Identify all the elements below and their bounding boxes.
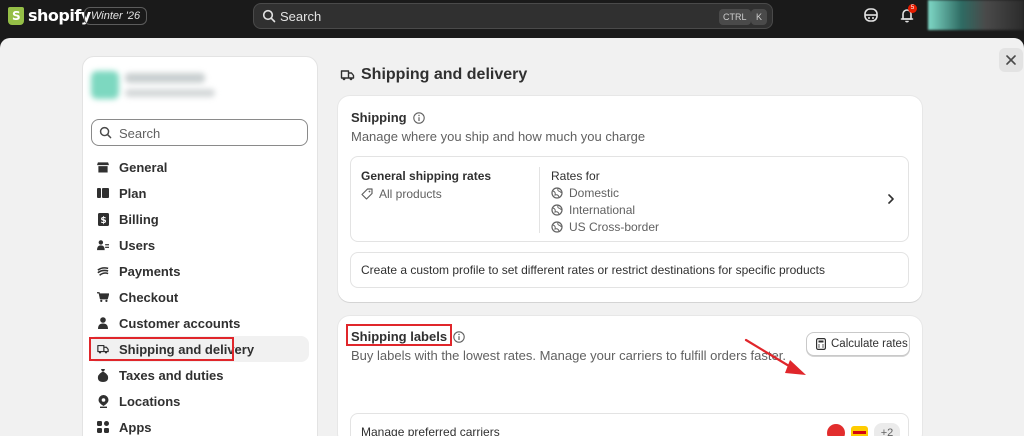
sidebar-item-label: Apps	[119, 419, 152, 435]
settings-search-input[interactable]: Search	[91, 119, 308, 146]
sidebar-item-plan[interactable]: Plan	[89, 180, 309, 206]
globe-icon	[551, 204, 563, 216]
sidebar-item-label: Payments	[119, 263, 181, 279]
shipping-card-subtitle: Manage where you ship and how much you c…	[351, 129, 646, 144]
store-switcher[interactable]	[91, 67, 215, 103]
sidebar-item-label: Checkout	[119, 289, 179, 305]
general-rates-title: General shipping rates	[361, 169, 492, 183]
chevron-right-icon	[888, 194, 894, 204]
global-search-placeholder: Search	[280, 9, 322, 24]
globe-icon	[551, 187, 563, 199]
apps-icon	[97, 421, 109, 433]
shortcut-ctrl-key: CTRL	[719, 9, 751, 25]
sidebar-item-label: Plan	[119, 185, 147, 201]
plan-icon	[97, 187, 109, 199]
shortcut-k-key: K	[751, 9, 767, 25]
shipping-labels-subtitle: Buy labels with the lowest rates. Manage…	[351, 348, 786, 363]
sidebar-item-label: Locations	[119, 393, 181, 409]
svg-text:$: $	[100, 216, 106, 226]
sidebar-item-billing[interactable]: $ Billing	[89, 206, 309, 232]
arrow-annotation	[744, 338, 806, 375]
zone-label: Domestic	[569, 186, 620, 200]
zone-label: International	[569, 203, 636, 217]
canada-post-logo	[827, 424, 845, 436]
calculate-rates-button[interactable]: Calculate rates	[806, 332, 910, 356]
sidebar-item-label: Billing	[119, 211, 159, 227]
create-custom-profile-row[interactable]: Create a custom profile to set different…	[350, 252, 909, 288]
sidebar-item-apps[interactable]: Apps	[89, 414, 309, 436]
assistant-icon[interactable]	[862, 6, 880, 24]
manage-preferred-carriers-row[interactable]: Manage preferred carriers +2	[350, 413, 909, 436]
notification-count-badge: 5	[908, 4, 917, 13]
top-bar: shopify Winter '26 Search CTRL K 5	[0, 0, 1024, 32]
store-icon	[97, 161, 109, 173]
globe-icon	[551, 221, 563, 233]
rates-for-column: Rates for Domestic International US Cros…	[551, 169, 659, 234]
close-icon	[1006, 55, 1016, 65]
sidebar-item-payments[interactable]: Payments	[89, 258, 309, 284]
info-icon[interactable]	[453, 330, 465, 343]
calculator-icon	[816, 338, 826, 350]
search-icon	[262, 9, 276, 23]
manage-carriers-label: Manage preferred carriers	[361, 425, 500, 436]
close-settings-button[interactable]	[999, 48, 1023, 72]
shipping-labels-card-title: Shipping labels	[351, 329, 465, 344]
general-shipping-rates-row[interactable]: General shipping rates All products Rate…	[350, 156, 909, 242]
sidebar-item-label: Customer accounts	[119, 315, 241, 331]
sidebar-item-label: Taxes and duties	[119, 367, 224, 383]
edition-badge[interactable]: Winter '26	[84, 7, 148, 25]
sidebar-item-shipping-and-delivery[interactable]: Shipping and delivery	[89, 336, 309, 362]
shopify-bag-icon	[8, 6, 24, 25]
tag-icon	[361, 188, 373, 200]
sidebar-item-general[interactable]: General	[89, 154, 309, 180]
settings-page: Search General Plan $ Billing Users Paym…	[0, 38, 1024, 436]
settings-search-placeholder: Search	[119, 126, 161, 141]
rates-for-label: Rates for	[551, 169, 600, 183]
products-line: All products	[361, 187, 491, 201]
sidebar-item-taxes-and-duties[interactable]: Taxes and duties	[89, 362, 309, 388]
money-bag-icon	[97, 368, 109, 382]
shipping-card: Shipping Manage where you ship and how m…	[338, 96, 922, 302]
calculate-rates-label: Calculate rates	[831, 338, 908, 350]
person-icon	[97, 317, 109, 329]
zone-label: US Cross-border	[569, 220, 660, 234]
shipping-card-title: Shipping	[351, 110, 425, 125]
global-search-input[interactable]: Search CTRL K	[253, 3, 773, 29]
sidebar-item-customer-accounts[interactable]: Customer accounts	[89, 310, 309, 336]
cart-icon	[97, 291, 109, 303]
shopify-logo[interactable]: shopify	[8, 6, 91, 25]
settings-sidebar: Search General Plan $ Billing Users Paym…	[82, 56, 318, 436]
all-products-label: All products	[379, 187, 442, 201]
shipping-labels-card: Shipping labels Buy labels with the lowe…	[338, 316, 922, 436]
settings-nav: General Plan $ Billing Users Payments Ch…	[89, 154, 309, 436]
dhl-logo	[851, 426, 868, 436]
location-pin-icon	[97, 394, 109, 408]
rates-profile-column: General shipping rates All products	[361, 169, 491, 201]
sidebar-item-label: General	[119, 159, 168, 175]
payments-icon	[97, 265, 109, 277]
sidebar-item-checkout[interactable]: Checkout	[89, 284, 309, 310]
sidebar-item-locations[interactable]: Locations	[89, 388, 309, 414]
billing-icon: $	[97, 212, 109, 226]
sidebar-item-users[interactable]: Users	[89, 232, 309, 258]
zone-domestic: Domestic	[551, 186, 659, 200]
page-title: Shipping and delivery	[340, 66, 527, 84]
sidebar-item-label: Users	[119, 237, 156, 253]
account-avatar[interactable]	[928, 0, 1024, 30]
zone-us-cross-border: US Cross-border	[551, 220, 659, 234]
truck-icon	[340, 70, 355, 81]
users-icon	[97, 239, 109, 251]
highlight-annotation	[89, 337, 234, 361]
zone-international: International	[551, 203, 659, 217]
shipping-labels-title-text: Shipping labels	[351, 329, 448, 344]
shipping-title-text: Shipping	[351, 110, 407, 125]
custom-profile-text: Create a custom profile to set different…	[361, 263, 825, 277]
info-icon[interactable]	[412, 111, 425, 124]
more-carriers-badge: +2	[874, 423, 900, 436]
search-icon	[99, 126, 112, 139]
page-title-text: Shipping and delivery	[361, 66, 528, 83]
brand-name: shopify	[28, 6, 91, 25]
column-divider	[539, 167, 540, 233]
